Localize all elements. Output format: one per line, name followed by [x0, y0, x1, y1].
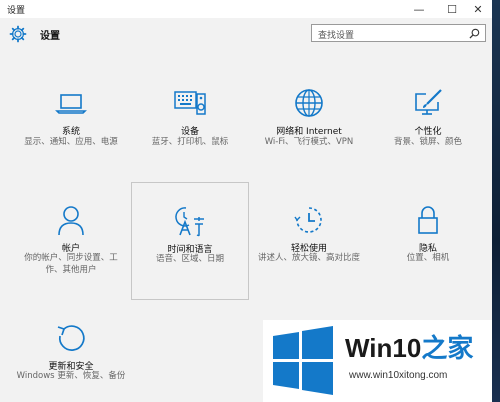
tile-ease-of-access[interactable]: 轻松使用 讲述人、放大镜、高对比度 — [250, 182, 368, 300]
window-title: 设置 — [7, 6, 26, 16]
tile-description: 语音、区域、日期 — [155, 254, 224, 264]
tile-description: 蓝牙、打印机、鼠标 — [151, 137, 229, 147]
settings-header: 设置 查找设置 — [0, 18, 492, 50]
search-icon — [469, 28, 480, 39]
keyboard-speaker-icon — [174, 91, 206, 115]
person-icon — [58, 206, 84, 236]
tile-description: 你的帐户、同步设置、工作、其他用户 — [24, 253, 118, 275]
windows-logo-icon — [273, 326, 333, 395]
tile-description: Wi-Fi、飞行模式、VPN — [264, 137, 354, 147]
maximize-button[interactable]: ☐ — [438, 0, 466, 18]
lock-icon — [418, 206, 438, 234]
tile-description: 显示、通知、应用、电源 — [24, 137, 118, 147]
gear-icon — [9, 25, 27, 43]
search-placeholder: 查找设置 — [318, 31, 355, 41]
tile-description: Windows 更新、恢复、备份 — [16, 371, 126, 381]
globe-icon — [295, 89, 323, 117]
brand-text: Win10 — [345, 333, 422, 363]
page-title: 设置 — [40, 31, 60, 42]
tile-system[interactable]: 系统 显示、通知、应用、电源 — [12, 80, 130, 198]
watermark-brand: Win10之家 — [345, 328, 473, 365]
tile-network[interactable]: 网络和 Internet Wi-Fi、飞行模式、VPN — [250, 80, 368, 198]
ease-of-access-icon — [294, 207, 322, 233]
tile-description: 讲述人、放大镜、高对比度 — [257, 253, 360, 263]
tile-description: 位置、相机 — [406, 253, 450, 263]
search-input[interactable]: 查找设置 — [311, 24, 486, 42]
tile-personalization[interactable]: 个性化 背景、锁屏、颜色 — [369, 80, 487, 198]
minimize-button[interactable]: — — [405, 0, 433, 18]
tile-update-security[interactable]: 更新和安全 Windows 更新、恢复、备份 — [12, 300, 130, 402]
tile-devices[interactable]: 设备 蓝牙、打印机、鼠标 — [131, 80, 249, 198]
time-language-icon — [175, 207, 204, 237]
tile-description: 背景、锁屏、颜色 — [393, 137, 462, 147]
paint-monitor-icon — [415, 89, 442, 115]
brand-accent-text: 之家 — [421, 333, 474, 363]
settings-window: 设置 — ☐ ✕ 设置 查找设置 系统 显示、通知、应用、电源 设备 蓝牙、打印… — [0, 0, 500, 402]
close-button[interactable]: ✕ — [464, 0, 492, 18]
tile-privacy[interactable]: 隐私 位置、相机 — [369, 182, 487, 300]
title-bar: 设置 — ☐ ✕ — [0, 0, 492, 18]
watermark-logo: Win10之家 www.win10xitong.com — [263, 320, 500, 402]
laptop-icon — [55, 94, 87, 114]
tile-accounts[interactable]: 帐户 你的帐户、同步设置、工作、其他用户 — [12, 182, 130, 300]
refresh-icon — [57, 325, 85, 351]
desktop-background — [492, 0, 500, 402]
tile-time-language[interactable]: 时间和语言 语音、区域、日期 — [131, 182, 249, 300]
watermark-url: www.win10xitong.com — [349, 370, 448, 381]
